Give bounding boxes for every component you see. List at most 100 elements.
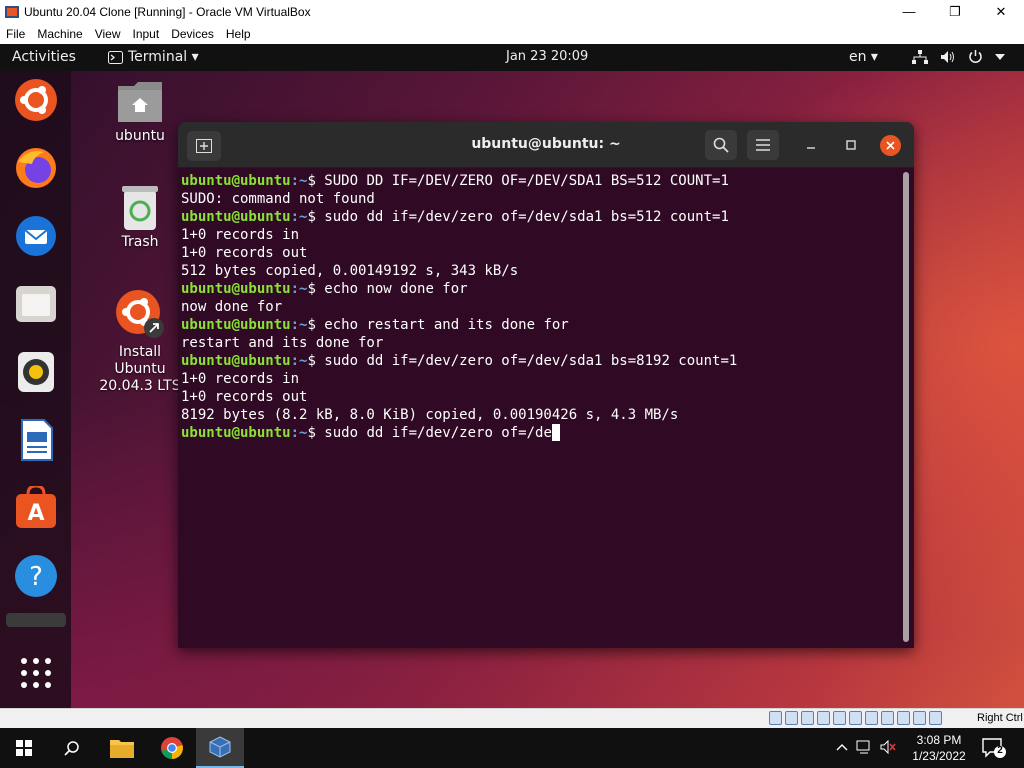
prompt-path: :~ [290, 209, 308, 225]
taskbar-search-button[interactable] [48, 728, 96, 768]
search-icon [713, 137, 729, 153]
close-button[interactable]: ✕ [978, 0, 1024, 23]
terminal-close-button[interactable] [880, 135, 901, 156]
output-text: 1+0 records in [181, 371, 300, 387]
terminal-command-line: ubuntu@ubuntu:~$ SUDO DD IF=/DEV/ZERO OF… [181, 172, 901, 190]
activities-button[interactable]: Activities [12, 49, 76, 65]
desktop-trash[interactable]: Trash [110, 184, 170, 250]
menu-view[interactable]: View [89, 27, 127, 41]
terminal-scrollbar[interactable] [903, 172, 909, 642]
optical-drive-icon[interactable] [785, 711, 798, 725]
command-text: $ sudo dd if=/dev/zero of=/dev/sda1 bs=5… [307, 209, 729, 225]
terminal-output-line: 8192 bytes (8.2 kB, 8.0 KiB) copied, 0.0… [181, 406, 901, 424]
terminal-window[interactable]: ubuntu@ubuntu: ~ ubuntu@ubuntu:~$ SUDO D… [178, 122, 914, 648]
prompt-path: :~ [290, 353, 308, 369]
taskbar-virtualbox[interactable] [196, 728, 244, 768]
host-window-titlebar: Ubuntu 20.04 Clone [Running] - Oracle VM… [0, 0, 1024, 23]
app-menu[interactable]: Terminal ▾ [108, 49, 199, 65]
installer-label: Install Ubuntu 20.04.3 LTS [99, 344, 181, 394]
windows-logo-icon [16, 740, 32, 756]
virtualbox-icon [209, 736, 231, 758]
desktop-install-ubuntu[interactable]: Install Ubuntu 20.04.3 LTS [92, 288, 188, 395]
menu-devices[interactable]: Devices [165, 27, 220, 41]
dock-help[interactable]: ? [12, 552, 59, 599]
menu-machine[interactable]: Machine [31, 27, 88, 41]
cpu-icon[interactable] [897, 711, 910, 725]
output-text: restart and its done for [181, 335, 384, 351]
guest-screen[interactable]: Activities Terminal ▾ Jan 23 20:09 en ▾ [0, 44, 1024, 708]
taskbar-file-explorer[interactable] [98, 728, 146, 768]
files-icon [15, 285, 56, 322]
taskbar-clock[interactable]: 3:08 PM 1/23/2022 [906, 732, 972, 764]
prompt-path: :~ [290, 317, 308, 333]
command-text: $ sudo dd if=/dev/zero of=/de [307, 425, 552, 441]
output-text: 1+0 records out [181, 245, 308, 261]
mouse-integration-icon[interactable] [913, 711, 926, 725]
system-tray[interactable] [912, 49, 1005, 64]
hard-disk-icon[interactable] [769, 711, 782, 725]
dock-terminal-running[interactable] [6, 613, 66, 627]
terminal-command-line: ubuntu@ubuntu:~$ sudo dd if=/dev/zero of… [181, 208, 901, 226]
shared-folders-icon[interactable] [849, 711, 862, 725]
dock-thunderbird[interactable] [12, 212, 59, 259]
start-button[interactable] [0, 728, 48, 768]
recording-icon[interactable] [881, 711, 894, 725]
svg-text:A: A [27, 501, 44, 526]
desktop-home-folder[interactable]: ubuntu [110, 80, 170, 144]
display-icon[interactable] [865, 711, 878, 725]
output-text: now done for [181, 299, 283, 315]
terminal-output[interactable]: ubuntu@ubuntu :~ $ SUDO DD IF=/DEV/ZERO OF… [181, 172, 901, 642]
clock[interactable]: Jan 23 20:09 [506, 49, 588, 64]
text-cursor [551, 424, 560, 441]
show-applications-button[interactable] [12, 649, 59, 696]
dock-rhythmbox[interactable] [12, 348, 59, 395]
host-key-label: Right Ctrl [977, 712, 1023, 724]
folder-icon [110, 740, 134, 758]
volume-icon [941, 50, 954, 63]
terminal-output-line: now done for [181, 298, 901, 316]
command-text: $ sudo dd if=/dev/zero of=/dev/sda1 bs=8… [307, 353, 738, 369]
taskbar-chrome[interactable] [148, 728, 196, 768]
menu-help[interactable]: Help [220, 27, 257, 41]
hamburger-menu-button[interactable] [747, 130, 779, 160]
network-adapter-icon[interactable] [817, 711, 830, 725]
menu-input[interactable]: Input [127, 27, 166, 41]
minimize-button[interactable]: — [886, 0, 932, 23]
terminal-output-line: restart and its done for [181, 334, 901, 352]
terminal-headerbar[interactable]: ubuntu@ubuntu: ~ [178, 122, 914, 168]
terminal-icon [108, 50, 123, 64]
terminal-maximize-button[interactable] [841, 135, 861, 155]
usb-icon[interactable] [833, 711, 846, 725]
audio-icon[interactable] [801, 711, 814, 725]
close-icon [886, 141, 895, 150]
dock-libreoffice-writer[interactable] [12, 416, 59, 463]
prompt-user: ubuntu@ubuntu [181, 281, 291, 297]
keyboard-capture-icon[interactable] [929, 711, 942, 725]
search-icon [64, 741, 79, 756]
terminal-command-line: ubuntu@ubuntu:~$ echo now done for [181, 280, 901, 298]
dock-software[interactable]: A [12, 484, 59, 531]
maximize-icon [846, 140, 856, 150]
chevron-up-icon [836, 744, 848, 751]
vbox-statusbar: Right Ctrl [0, 708, 1024, 728]
terminal-command-line: ubuntu@ubuntu:~$ sudo dd if=/dev/zero of… [181, 352, 901, 370]
volume-muted-icon [880, 740, 896, 754]
search-button[interactable] [705, 130, 737, 160]
chrome-icon [161, 737, 183, 759]
terminal-minimize-button[interactable] [801, 135, 821, 155]
dock-files[interactable] [12, 280, 59, 327]
language-indicator[interactable]: en ▾ [849, 49, 878, 65]
terminal-output-line: SUDO: command not found [181, 190, 901, 208]
menu-icon [756, 139, 770, 151]
menu-file[interactable]: File [0, 27, 31, 41]
windows-tray[interactable] [836, 740, 896, 754]
dock-installer[interactable] [12, 76, 59, 123]
terminal-output-line: 1+0 records in [181, 226, 901, 244]
ubuntu-installer-icon [116, 290, 164, 338]
action-center-button[interactable]: 2 [982, 738, 1006, 758]
rhythmbox-icon [17, 351, 54, 392]
dock-firefox[interactable] [12, 144, 59, 191]
maximize-button[interactable]: ❐ [932, 0, 978, 23]
command-text: $ SUDO DD IF=/DEV/ZERO OF=/DEV/SDA1 BS=5… [307, 173, 729, 189]
taskbar-date: 1/23/2022 [912, 749, 966, 763]
